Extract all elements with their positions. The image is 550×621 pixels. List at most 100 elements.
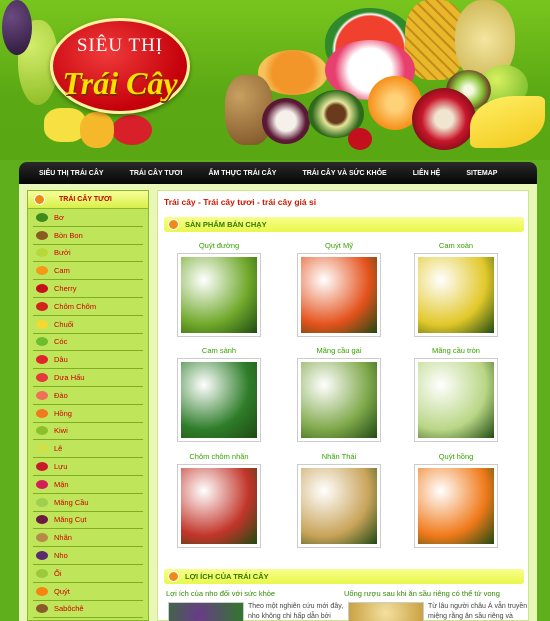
sidebar-item[interactable]: Nho [33, 547, 143, 565]
sidebar-item[interactable]: Ổi [33, 565, 143, 583]
sidebar-item[interactable]: Bòn Bon [33, 227, 143, 245]
sidebar-item[interactable]: Măng Cầu [33, 494, 143, 512]
site-logo[interactable]: SIÊU THỊ Trái Cây [50, 18, 190, 114]
sidebar-item[interactable]: Lê [33, 440, 143, 459]
product-card[interactable]: Quýt hồng [413, 452, 499, 548]
orange-bullet-icon [168, 571, 179, 582]
sidebar-item-label: Chôm Chôm [54, 301, 97, 311]
orange-bullet-icon [34, 194, 45, 205]
sidebar-item[interactable]: Cherry [33, 280, 143, 298]
nav-home[interactable]: SIÊU THỊ TRÁI CÂY [19, 170, 117, 177]
product-card[interactable]: Cam xoàn [413, 241, 499, 337]
logo-main-text: Trái Cây [62, 65, 178, 101]
product-photo [418, 468, 494, 544]
grapes-dark-image [2, 0, 32, 55]
product-card[interactable]: Nhãn Thái [296, 452, 382, 548]
product-image[interactable] [177, 253, 261, 337]
product-image[interactable] [297, 253, 381, 337]
product-card[interactable]: Chôm chôm nhãn [176, 452, 262, 548]
fruit-icon [36, 462, 48, 472]
product-card[interactable]: Mãng cầu tròn [413, 346, 499, 442]
product-name[interactable]: Mãng cầu gai [296, 346, 382, 358]
sidebar-item[interactable]: Quýt [33, 583, 143, 601]
article-text-durian-1: Từ lâu người châu Á vẫn truyền [428, 603, 528, 610]
sidebar-item[interactable]: Sabôchê [33, 601, 143, 619]
article-text-durian-2: miệng rằng ăn sầu riêng và [428, 613, 513, 620]
sidebar-item[interactable]: Lựu [33, 458, 143, 476]
article-title-grapes[interactable]: Lợi ích của nho đối với sức khỏe [166, 589, 275, 598]
fruit-icon [36, 568, 48, 578]
sidebar-item[interactable]: Kiwi [33, 423, 143, 441]
fruit-icon [36, 408, 48, 418]
sidebar-item[interactable]: Bưởi [33, 245, 143, 263]
product-name[interactable]: Quýt hồng [413, 452, 499, 464]
fruit-icon [36, 266, 48, 276]
fruit-icon [36, 586, 48, 596]
product-name[interactable]: Nhãn Thái [296, 452, 382, 464]
logo-top-text: SIÊU THỊ [76, 35, 164, 56]
sidebar-item[interactable]: Dưa Hấu [33, 369, 143, 387]
product-image[interactable] [414, 253, 498, 337]
sidebar-item[interactable]: Bơ [33, 209, 143, 227]
product-photo [181, 362, 257, 438]
product-name[interactable]: Chôm chôm nhãn [176, 452, 262, 464]
mango-image [80, 112, 114, 148]
product-card[interactable]: Quýt đường [176, 241, 262, 337]
sidebar-item[interactable]: Măng Cụt [33, 512, 143, 530]
fruit-icon [36, 515, 48, 525]
product-name[interactable]: Quýt Mỹ [296, 241, 382, 253]
product-image[interactable] [177, 358, 261, 442]
benefits-title: LỢI ÍCH CỦA TRÁI CÂY [185, 572, 269, 581]
sidebar-item[interactable]: Đào [33, 387, 143, 405]
fruit-icon [36, 337, 48, 347]
sidebar-list: Bơ Bòn Bon Bưởi Cam Cherry Chôm Chôm Chuối Cóc D… [28, 209, 148, 619]
sidebar-item[interactable]: Chôm Chôm [33, 298, 143, 316]
mangosteen-image [262, 98, 310, 144]
sidebar-item-label: Nhãn [54, 533, 72, 543]
main-content: Trái cây - Trái cây tươi - trái cây giá … [157, 190, 529, 621]
main-nav: SIÊU THỊ TRÁI CÂY TRÁI CÂY TƯƠI ẨM THỰC … [19, 162, 537, 184]
article-thumb-grapes[interactable] [168, 602, 244, 621]
product-card[interactable]: Quýt Mỹ [296, 241, 382, 337]
nav-fresh-fruit[interactable]: TRÁI CÂY TƯƠI [117, 170, 196, 177]
fruit-icon [36, 444, 48, 454]
product-name[interactable]: Cam xoàn [413, 241, 499, 253]
fruit-icon [36, 248, 48, 258]
sidebar-item[interactable]: Dâu [33, 351, 143, 370]
product-card[interactable]: Cam sành [176, 346, 262, 442]
product-image[interactable] [297, 358, 381, 442]
product-card[interactable]: Mãng cầu gai [296, 346, 382, 442]
product-image[interactable] [414, 464, 498, 548]
strawberry-image [112, 115, 152, 145]
fruit-icon [36, 604, 48, 614]
nav-fruit-health[interactable]: TRÁI CÂY VÀ SỨC KHỎE [289, 170, 399, 177]
sidebar-item[interactable]: Chuối [33, 316, 143, 334]
sidebar-item-label: Nho [54, 551, 68, 561]
product-name[interactable]: Mãng cầu tròn [413, 346, 499, 358]
sidebar-item-label: Lựu [54, 462, 68, 472]
article-thumb-durian[interactable] [348, 602, 424, 621]
product-image[interactable] [177, 464, 261, 548]
product-photo [418, 257, 494, 333]
article-title-durian[interactable]: Uống rượu sau khi ăn sầu riêng có thể tử… [344, 589, 500, 598]
fruit-icon [36, 301, 48, 311]
sidebar-item-label: Kiwi [54, 426, 68, 436]
sidebar-item-label: Bơ [54, 212, 64, 222]
nav-contact[interactable]: LIÊN HỆ [400, 170, 454, 177]
nav-sitemap[interactable]: SITEMAP [453, 170, 510, 177]
sidebar-item-label: Măng Cụt [54, 515, 87, 525]
product-image[interactable] [297, 464, 381, 548]
bestsellers-header: SẢN PHẨM BÁN CHẠY [164, 217, 524, 232]
sidebar-item-label: Dưa Hấu [54, 373, 85, 383]
product-image[interactable] [414, 358, 498, 442]
sidebar-item[interactable]: Mận [33, 476, 143, 494]
sidebar-item[interactable]: Nhãn [33, 529, 143, 548]
product-name[interactable]: Quýt đường [176, 241, 262, 253]
sidebar-item[interactable]: Cóc [33, 334, 143, 352]
nav-fruit-cuisine[interactable]: ẨM THỰC TRÁI CÂY [195, 170, 289, 177]
product-photo [418, 362, 494, 438]
sidebar-item[interactable]: Hồng [33, 405, 143, 423]
product-name[interactable]: Cam sành [176, 346, 262, 358]
benefits-header: LỢI ÍCH CỦA TRÁI CÂY [164, 569, 524, 584]
sidebar-item[interactable]: Cam [33, 262, 143, 281]
